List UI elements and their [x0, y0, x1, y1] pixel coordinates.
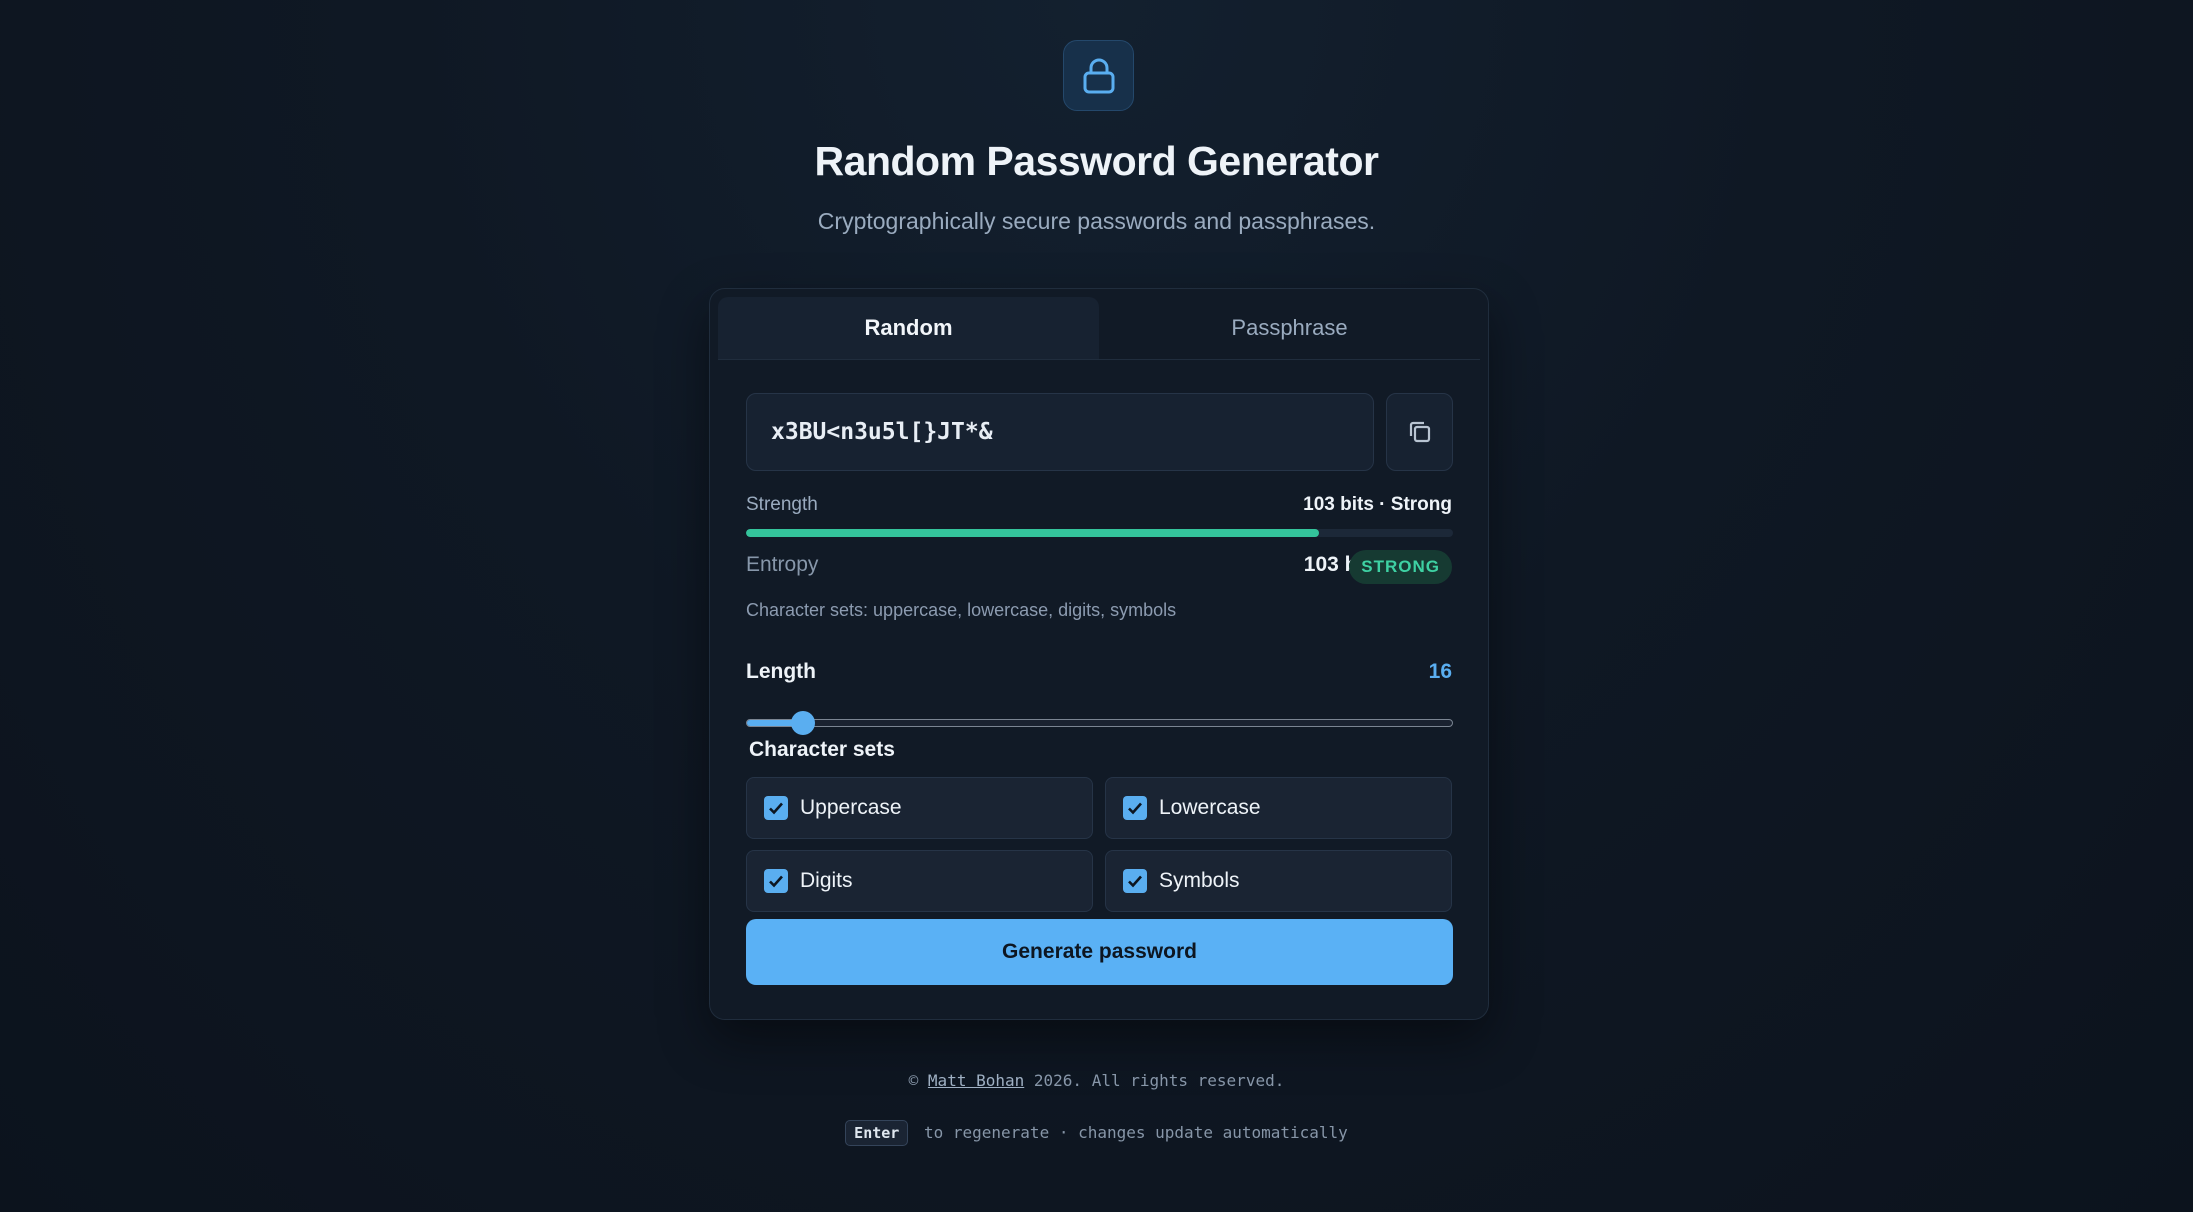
digits-label: Digits	[800, 869, 853, 892]
strength-value: 103 bits · Strong	[1303, 494, 1452, 515]
entropy-label: Entropy	[746, 553, 819, 576]
footer: © Matt Bohan 2026. All rights reserved.	[0, 1071, 2193, 1090]
option-lowercase[interactable]: Lowercase	[1105, 777, 1452, 839]
strength-bar	[746, 529, 1453, 537]
uppercase-label: Uppercase	[800, 796, 902, 819]
generate-button[interactable]: Generate password	[746, 919, 1453, 985]
checkmark-icon	[769, 875, 783, 888]
option-symbols[interactable]: Symbols	[1105, 850, 1452, 912]
page-subtitle: Cryptographically secure passwords and p…	[817, 208, 1376, 234]
charsets-summary: Character sets: uppercase, lowercase, di…	[746, 600, 1177, 620]
strength-badge: STRONG	[1349, 550, 1452, 584]
symbols-label: Symbols	[1159, 869, 1240, 892]
length-slider-thumb[interactable]	[791, 711, 816, 735]
uppercase-checkbox[interactable]	[764, 796, 788, 820]
symbols-checkbox[interactable]	[1123, 869, 1147, 893]
keyboard-hint: Enter to regenerate · changes update aut…	[0, 1120, 2193, 1146]
option-uppercase[interactable]: Uppercase	[746, 777, 1093, 839]
lowercase-label: Lowercase	[1159, 796, 1261, 819]
copyright-symbol: ©	[908, 1071, 919, 1090]
author-link[interactable]: Matt Bohan	[928, 1071, 1024, 1090]
mode-tabs: Random Passphrase	[718, 297, 1480, 360]
tab-passphrase[interactable]: Passphrase	[1099, 297, 1480, 359]
length-value: 16	[1428, 660, 1452, 683]
strength-bar-fill	[746, 529, 1319, 537]
page-title: Random Password Generator	[814, 138, 1379, 184]
length-label: Length	[746, 660, 816, 683]
option-digits[interactable]: Digits	[746, 850, 1093, 912]
enter-key-badge: Enter	[845, 1120, 909, 1146]
generator-card: Random Passphrase x3BU<n3u5l[}JT*& Stren…	[709, 288, 1489, 1020]
length-slider[interactable]	[746, 711, 1453, 735]
charsets-heading: Character sets	[749, 738, 895, 761]
tab-random[interactable]: Random	[718, 297, 1099, 359]
checkmark-icon	[1128, 802, 1142, 815]
lock-icon-badge	[1063, 40, 1134, 111]
copy-icon	[1409, 421, 1430, 443]
checkmark-icon	[1128, 875, 1142, 888]
copyright-text: 2026. All rights reserved.	[1033, 1071, 1285, 1090]
hint-text: to regenerate · changes update automatic…	[923, 1123, 1348, 1142]
lowercase-checkbox[interactable]	[1123, 796, 1147, 820]
copy-button[interactable]	[1386, 393, 1453, 471]
checkmark-icon	[769, 802, 783, 815]
digits-checkbox[interactable]	[764, 869, 788, 893]
lock-icon	[1083, 58, 1114, 93]
strength-label: Strength	[746, 494, 818, 515]
password-output[interactable]: x3BU<n3u5l[}JT*&	[746, 393, 1374, 471]
